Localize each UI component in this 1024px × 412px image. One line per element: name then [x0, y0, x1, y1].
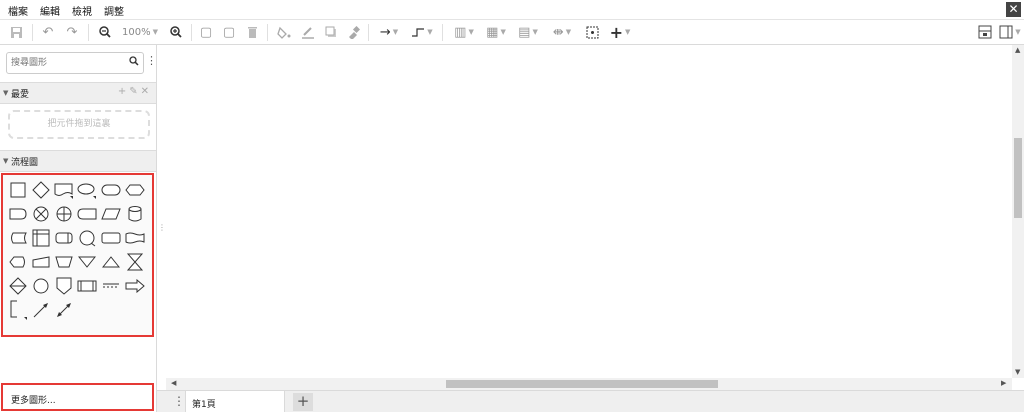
shape-annotation-bracket[interactable] — [7, 299, 29, 321]
shape-preparation[interactable] — [124, 179, 146, 201]
scroll-left-icon[interactable]: ◀ — [171, 379, 176, 387]
shape-extract[interactable] — [100, 251, 122, 273]
more-shapes-button[interactable]: 更多圖形... — [1, 383, 154, 411]
shape-decision[interactable] — [30, 179, 52, 201]
collapse-icon: ▼ — [3, 89, 9, 97]
shape-delay[interactable] — [7, 203, 29, 225]
menu-view[interactable]: 檢視 — [72, 3, 92, 18]
shape-collate[interactable] — [124, 251, 146, 273]
sidebar-menu-icon[interactable]: ⋮ — [146, 55, 157, 66]
scratchpad-header[interactable]: ▼ 最愛 +✎✕ — [0, 82, 156, 104]
shape-display[interactable] — [7, 251, 29, 273]
search-icon[interactable] — [129, 56, 139, 69]
sidebar-splitter[interactable]: ⋮ — [158, 224, 166, 232]
shape-line-arrow[interactable] — [30, 299, 52, 321]
shape-terminator-oval[interactable] — [76, 179, 98, 201]
shape-connector[interactable] — [76, 227, 98, 249]
redo-icon[interactable]: ↷ — [62, 22, 82, 42]
close-icon[interactable]: ✕ — [1006, 2, 1021, 17]
scroll-up-icon[interactable]: ▲ — [1015, 46, 1020, 54]
flowchart-shape-palette — [1, 173, 154, 337]
add-icon[interactable]: + — [118, 86, 129, 97]
search-box — [6, 52, 144, 74]
scroll-down-icon[interactable]: ▼ — [1015, 368, 1020, 376]
pages-menu-icon[interactable]: ⋮ — [173, 395, 185, 407]
shape-merge[interactable] — [76, 251, 98, 273]
shape-sidebar: ⋮ ▼ 最愛 +✎✕ 把元件拖到這裏 ▼ 流程圖 — [0, 45, 157, 412]
outline-icon[interactable]: ▼ — [997, 22, 1023, 42]
menu-edit[interactable]: 編輯 — [40, 3, 60, 18]
vertical-scroll-thumb[interactable] — [1014, 138, 1022, 218]
shape-transfer-arrow[interactable] — [124, 275, 146, 297]
shape-stored-data[interactable] — [7, 227, 29, 249]
undo-icon[interactable]: ↶ — [38, 22, 58, 42]
collapse-icon: ▼ — [3, 157, 9, 165]
group-icon[interactable]: ⇼ ▼ — [546, 22, 578, 42]
page-tab-label: 第1頁 — [192, 400, 216, 410]
shape-data[interactable] — [100, 203, 122, 225]
shape-direct-storage[interactable] — [124, 203, 146, 225]
line-color-icon[interactable] — [298, 22, 318, 42]
add-page-button[interactable]: + — [293, 393, 313, 411]
fill-color-icon[interactable] — [274, 22, 294, 42]
edit-icon[interactable]: ✎ — [129, 86, 140, 97]
shape-summing-junction[interactable] — [30, 203, 52, 225]
flowchart-header[interactable]: ▼ 流程圖 — [0, 150, 156, 172]
shape-annotation[interactable] — [100, 275, 122, 297]
scratchpad-title: 最愛 — [11, 90, 30, 100]
distribute-icon[interactable]: ▤ ▼ — [514, 22, 542, 42]
shape-rounded-rect[interactable] — [100, 179, 122, 201]
shape-sequential-storage[interactable] — [53, 227, 75, 249]
send-back-icon[interactable]: ▢ — [220, 22, 238, 42]
bring-front-icon[interactable]: ▢ — [197, 22, 215, 42]
shape-sort[interactable] — [7, 275, 29, 297]
zoom-value: 100% — [122, 26, 151, 38]
scratchpad-drop-zone[interactable]: 把元件拖到這裏 — [8, 110, 150, 139]
diagram-canvas[interactable] — [166, 45, 1012, 378]
page-tabs-bar: ⋮ 第1頁 + — [157, 390, 1024, 412]
vertical-scrollbar[interactable]: ▲ ▼ — [1012, 45, 1024, 378]
save-icon[interactable] — [6, 22, 26, 42]
zoom-out-icon[interactable] — [95, 22, 115, 42]
shape-data-storage[interactable] — [76, 203, 98, 225]
format-painter-icon[interactable] — [344, 22, 362, 42]
connection-icon[interactable]: → ▼ — [375, 22, 403, 42]
align-icon[interactable]: ▥ ▼ — [450, 22, 478, 42]
zoom-select[interactable]: 100% ▼ — [118, 22, 162, 42]
shape-manual-input[interactable] — [30, 251, 52, 273]
horizontal-scrollbar[interactable]: ◀ ▶ — [166, 378, 1012, 390]
more-shapes-label: 更多圖形... — [11, 396, 56, 406]
shape-manual-operation[interactable] — [53, 251, 75, 273]
menu-file[interactable]: 檔案 — [8, 3, 28, 18]
shape-internal-storage[interactable] — [30, 227, 52, 249]
scratchpad-actions: +✎✕ — [118, 86, 152, 97]
zoom-in-icon[interactable] — [166, 22, 186, 42]
shape-document[interactable] — [53, 179, 75, 201]
insert-icon[interactable]: + ▼ — [606, 22, 634, 42]
shape-or[interactable] — [53, 203, 75, 225]
horizontal-scroll-thumb[interactable] — [446, 380, 718, 388]
shape-predefined-process[interactable] — [76, 275, 98, 297]
shape-start-circle[interactable] — [30, 275, 52, 297]
shape-off-page-connector[interactable] — [53, 275, 75, 297]
drawio-app: 檔案 編輯 檢視 調整 ✕ ↶ ↷ 100% ▼ ▢ ▢ → ▼ ▼ ▥ ▼ ▦… — [0, 0, 1024, 412]
menu-bar: 檔案 編輯 檢視 調整 ✕ — [0, 0, 1024, 19]
scroll-right-icon[interactable]: ▶ — [1001, 379, 1006, 387]
shadow-icon[interactable] — [322, 22, 340, 42]
select-icon[interactable] — [582, 22, 602, 42]
shape-card[interactable] — [100, 227, 122, 249]
menu-arrange[interactable]: 調整 — [104, 3, 124, 18]
format-panel-icon[interactable] — [975, 22, 995, 42]
toolbar: ↶ ↷ 100% ▼ ▢ ▢ → ▼ ▼ ▥ ▼ ▦ ▼ ▤ ▼ ⇼ ▼ + ▼… — [0, 19, 1024, 45]
flowchart-title: 流程圖 — [11, 158, 39, 168]
search-input[interactable] — [11, 56, 121, 70]
page-tab[interactable]: 第1頁 — [185, 391, 285, 412]
waypoints-icon[interactable]: ▼ — [408, 22, 436, 42]
arrange-icon[interactable]: ▦ ▼ — [482, 22, 510, 42]
delete-icon[interactable] — [243, 22, 261, 42]
shape-line-bidirectional[interactable] — [53, 299, 75, 321]
shape-process[interactable] — [7, 179, 29, 201]
shape-punched-tape[interactable] — [124, 227, 146, 249]
close-icon[interactable]: ✕ — [141, 86, 152, 97]
